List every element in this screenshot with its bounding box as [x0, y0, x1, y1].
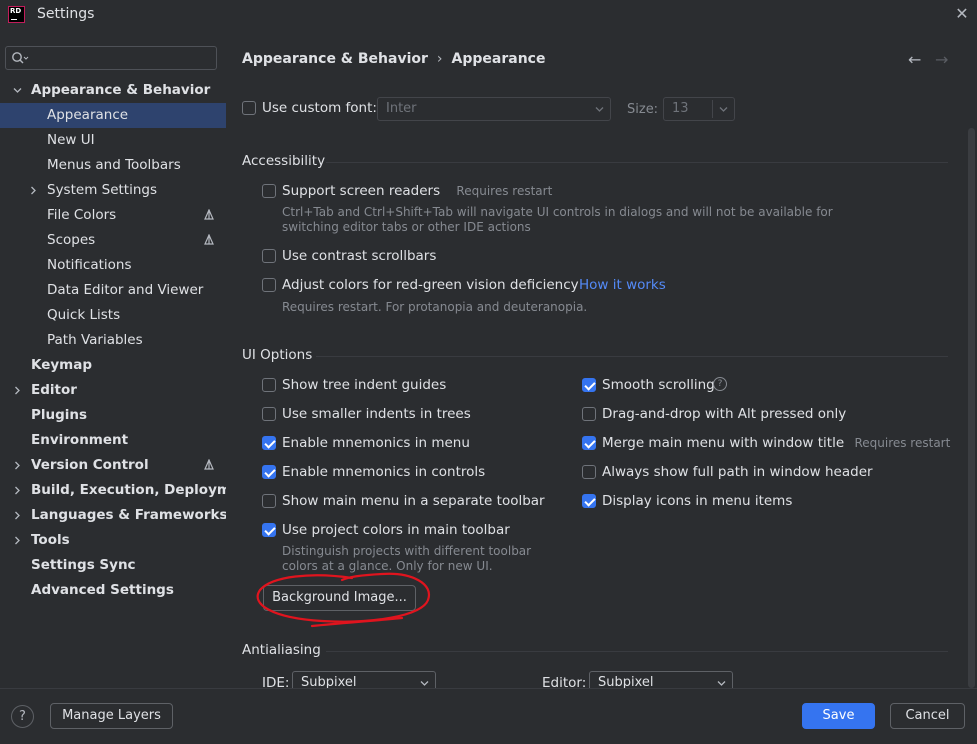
menu-icons-checkbox[interactable] [582, 494, 596, 508]
sidebar-item-new-ui[interactable]: New UI [0, 128, 226, 153]
chevron-down-icon [717, 681, 726, 686]
mnemonics-controls-label: Enable mnemonics in controls [282, 464, 486, 480]
project-colors-description: Distinguish projects with different tool… [282, 544, 532, 558]
rider-logo-icon: RD [8, 6, 25, 23]
tree-indent-guides-label: Show tree indent guides [282, 377, 447, 393]
chevron-right-icon [15, 461, 20, 470]
title-bar: RD Settings ✕ [0, 0, 977, 30]
screen-readers-checkbox[interactable] [262, 184, 276, 198]
screen-readers-label: Support screen readers Requires restart [282, 183, 553, 199]
font-size-label: Size: [627, 102, 659, 117]
settings-content: Appearance & Behavior › Appearance ← → Use… [226, 30, 977, 695]
screen-readers-description-2: switching editor tabs or other IDE actio… [282, 220, 531, 234]
chevron-right-icon [15, 511, 20, 520]
font-family-select[interactable]: Inter [377, 97, 611, 121]
smaller-indents-checkbox[interactable] [262, 407, 276, 421]
sidebar-item-system-settings[interactable]: System Settings [0, 178, 226, 203]
drag-drop-alt-label: Drag-and-drop with Alt pressed only [602, 406, 847, 422]
smaller-indents-label: Use smaller indents in trees [282, 406, 471, 422]
help-button[interactable]: ? [11, 705, 34, 728]
red-green-label: Adjust colors for red-green vision defic… [282, 277, 579, 293]
sidebar-item-appearance-behavior[interactable]: Appearance & Behavior [0, 78, 226, 103]
chevron-right-icon [15, 486, 20, 495]
project-colors-checkbox[interactable] [262, 523, 276, 537]
sidebar-item-scopes[interactable]: Scopes [0, 228, 226, 253]
chevron-down-icon [420, 681, 429, 686]
project-colors-label: Use project colors in main toolbar [282, 522, 510, 538]
chevron-down-icon [595, 107, 604, 112]
chevron-down-icon [719, 107, 728, 112]
shared-settings-icon [204, 459, 214, 470]
smooth-scrolling-checkbox[interactable] [582, 378, 596, 392]
chevron-right-icon [15, 386, 20, 395]
sidebar-item-tools[interactable]: Tools [0, 528, 226, 553]
sidebar-item-quick-lists[interactable]: Quick Lists [0, 303, 226, 328]
shared-settings-icon [204, 234, 214, 245]
search-icon [12, 52, 29, 64]
merge-menu-label: Merge main menu with window title Requir… [602, 435, 951, 451]
custom-font-label: Use custom font: [262, 100, 377, 116]
section-divider [326, 162, 948, 163]
sidebar-item-path-variables[interactable]: Path Variables [0, 328, 226, 353]
full-path-checkbox[interactable] [582, 465, 596, 479]
section-divider [316, 356, 948, 357]
accessibility-section-title: Accessibility [242, 153, 326, 169]
how-it-works-link[interactable]: How it works [579, 277, 666, 293]
sidebar-item-environment[interactable]: Environment [0, 428, 226, 453]
drag-drop-alt-checkbox[interactable] [582, 407, 596, 421]
sidebar-item-keymap[interactable]: Keymap [0, 353, 226, 378]
tree-indent-guides-checkbox[interactable] [262, 378, 276, 392]
save-button[interactable]: Save [802, 703, 875, 729]
section-divider [326, 651, 948, 652]
separate-toolbar-label: Show main menu in a separate toolbar [282, 493, 545, 509]
smooth-scrolling-label: Smooth scrolling [602, 377, 715, 393]
manage-layers-button[interactable]: Manage Layers [50, 703, 173, 729]
sidebar: Appearance & Behavior Appearance New UI … [0, 30, 256, 688]
screen-readers-description: Ctrl+Tab and Ctrl+Shift+Tab will navigat… [282, 205, 833, 219]
cancel-button[interactable]: Cancel [890, 703, 965, 729]
sidebar-item-menus-toolbars[interactable]: Menus and Toolbars [0, 153, 226, 178]
red-annotation-circle [256, 572, 431, 628]
separate-toolbar-checkbox[interactable] [262, 494, 276, 508]
help-icon[interactable]: ? [713, 377, 727, 391]
menu-icons-label: Display icons in menu items [602, 493, 793, 509]
shared-settings-icon [204, 209, 214, 220]
close-icon[interactable]: ✕ [952, 4, 972, 24]
sidebar-item-advanced-settings[interactable]: Advanced Settings [0, 578, 226, 603]
ui-options-section-title: UI Options [242, 347, 313, 363]
sidebar-item-version-control[interactable]: Version Control [0, 453, 226, 478]
sidebar-item-notifications[interactable]: Notifications [0, 253, 226, 278]
custom-font-checkbox[interactable] [242, 101, 256, 115]
mnemonics-menu-label: Enable mnemonics in menu [282, 435, 470, 451]
sidebar-item-data-editor[interactable]: Data Editor and Viewer [0, 278, 226, 303]
mnemonics-menu-checkbox[interactable] [262, 436, 276, 450]
contrast-scrollbars-label: Use contrast scrollbars [282, 248, 437, 264]
sidebar-item-plugins[interactable]: Plugins [0, 403, 226, 428]
search-input[interactable] [5, 46, 217, 70]
full-path-label: Always show full path in window header [602, 464, 873, 480]
sidebar-item-settings-sync[interactable]: Settings Sync [0, 553, 226, 578]
window-title: Settings [37, 6, 95, 22]
sidebar-item-languages[interactable]: Languages & Frameworks [0, 503, 228, 528]
forward-arrow-icon[interactable]: → [935, 50, 948, 69]
vertical-scrollbar[interactable] [968, 128, 975, 688]
sidebar-item-file-colors[interactable]: File Colors [0, 203, 226, 228]
mnemonics-controls-checkbox[interactable] [262, 465, 276, 479]
sidebar-item-editor[interactable]: Editor [0, 378, 226, 403]
back-arrow-icon[interactable]: ← [908, 50, 921, 69]
chevron-right-icon [31, 186, 36, 195]
red-green-checkbox[interactable] [262, 278, 276, 292]
chevron-right-icon [15, 536, 20, 545]
red-green-hint: Requires restart. For protanopia and deu… [282, 300, 588, 314]
antialiasing-section-title: Antialiasing [242, 642, 321, 658]
merge-menu-checkbox[interactable] [582, 436, 596, 450]
sidebar-item-build-execution[interactable]: Build, Execution, Deployment [0, 478, 256, 503]
contrast-scrollbars-checkbox[interactable] [262, 249, 276, 263]
sidebar-item-appearance[interactable]: Appearance [0, 103, 226, 128]
font-size-select[interactable]: 13 [663, 97, 735, 121]
breadcrumb: Appearance & Behavior › Appearance [242, 51, 546, 67]
chevron-down-icon [13, 88, 22, 93]
